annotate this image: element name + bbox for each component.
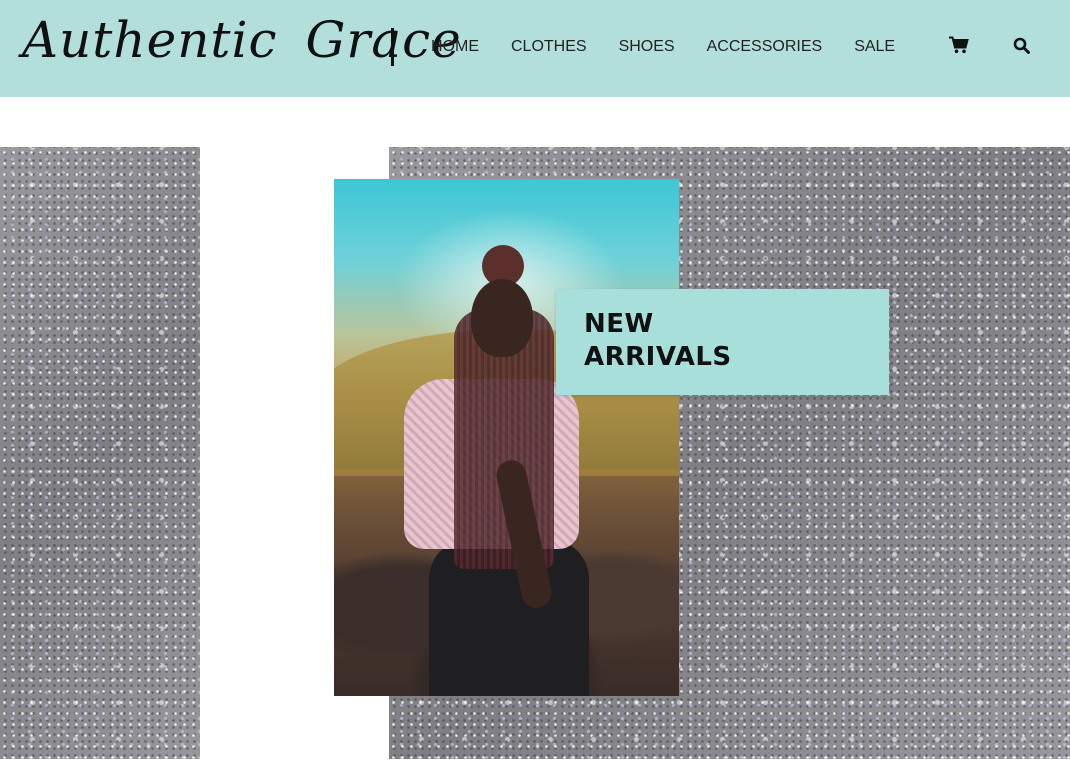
nav-item-home[interactable]: HOME xyxy=(415,38,495,56)
main-nav: HOME CLOTHES SHOES ACCESSORIES SALE xyxy=(415,34,911,60)
cart-icon xyxy=(949,36,969,54)
site-header: Authentic Grace HOME CLOTHES SHOES ACCES… xyxy=(0,0,1070,97)
cart-button[interactable] xyxy=(948,34,970,56)
hero-banner[interactable]: NEW ARRIVALS xyxy=(0,147,1070,759)
hero-photo xyxy=(334,179,679,696)
logo-divider xyxy=(391,28,394,66)
nav-item-accessories[interactable]: ACCESSORIES xyxy=(691,38,839,56)
badge-line-new: NEW xyxy=(584,309,654,339)
nav-item-shoes[interactable]: SHOES xyxy=(603,38,691,56)
logo-word-authentic: Authentic xyxy=(22,11,278,69)
new-arrivals-badge[interactable]: NEW ARRIVALS xyxy=(556,289,889,395)
search-icon xyxy=(1013,37,1030,54)
search-button[interactable] xyxy=(1010,34,1032,56)
nav-item-clothes[interactable]: CLOTHES xyxy=(495,38,603,56)
site-logo[interactable]: Authentic Grace xyxy=(22,4,462,76)
nav-item-sale[interactable]: SALE xyxy=(838,38,911,56)
badge-line-arrivals: ARRIVALS xyxy=(584,342,732,372)
glitter-background-left xyxy=(0,147,200,759)
